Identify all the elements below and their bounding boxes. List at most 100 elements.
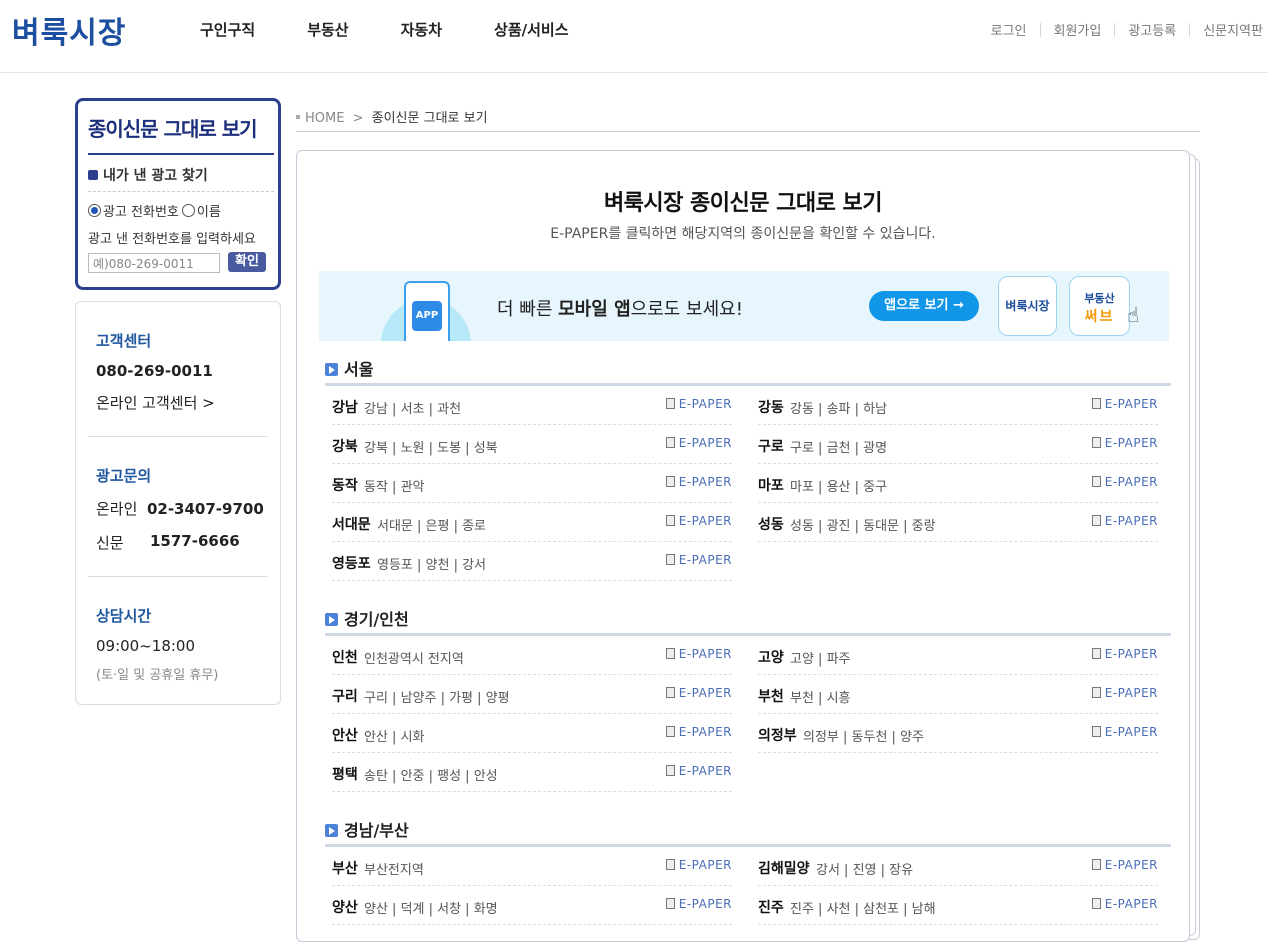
region-column-left: 강남 강남 | 서초 | 과천 E-PAPER 강북 강북 | 노원 | 도봉 | 성북… bbox=[332, 386, 732, 581]
banner-msg-pre: 더 빠른 bbox=[497, 299, 559, 320]
signup-link[interactable]: 회원가입 bbox=[1054, 20, 1102, 39]
epaper-label: E-PAPER bbox=[678, 725, 732, 739]
epaper-link[interactable]: E-PAPER bbox=[665, 647, 732, 661]
open-app-button[interactable]: 앱으로 보기 → bbox=[869, 291, 979, 321]
region-subareas: 진주 | 사천 | 삼천포 | 남해 bbox=[790, 902, 936, 917]
login-link[interactable]: 로그인 bbox=[991, 20, 1027, 39]
region-city: 인천 bbox=[332, 650, 358, 666]
region-name: 서울 bbox=[344, 360, 374, 379]
bullet-icon bbox=[296, 115, 300, 119]
page-icon bbox=[665, 554, 675, 565]
ad-inquiry-title: 광고문의 bbox=[96, 467, 152, 485]
util-nav: 로그인 회원가입 광고등록 신문지역판 bbox=[991, 20, 1263, 39]
radio-name[interactable] bbox=[181, 204, 195, 217]
region-subareas: 성동 | 광진 | 동대문 | 중랑 bbox=[790, 519, 936, 534]
ad-paper-row: 신문 1577-6666 bbox=[96, 532, 240, 553]
epaper-link[interactable]: E-PAPER bbox=[1091, 858, 1158, 872]
epaper-label: E-PAPER bbox=[1104, 475, 1158, 489]
epaper-link[interactable]: E-PAPER bbox=[665, 514, 732, 528]
regional-paper-link[interactable]: 신문지역판 bbox=[1203, 20, 1263, 39]
ad-online-phone: 02-3407-9700 bbox=[146, 500, 264, 518]
epaper-label: E-PAPER bbox=[1104, 686, 1158, 700]
epaper-link[interactable]: E-PAPER bbox=[665, 397, 732, 411]
region-row: 고양 고양 | 파주 E-PAPER bbox=[758, 636, 1158, 675]
region-city: 진주 bbox=[758, 900, 784, 916]
region-city: 강남 bbox=[332, 400, 358, 416]
region-heading: 서울 bbox=[325, 357, 1171, 383]
phone-input[interactable]: 예)080-269-0011 bbox=[88, 253, 220, 273]
app-banner[interactable]: APP 더 빠른 모바일 앱으로도 보세요! 앱으로 보기 → 벼룩시장 부동산… bbox=[319, 271, 1169, 341]
region-section: 서울 강남 강남 | 서초 | 과천 E-PAPER 강북 강북 | 노원 | 도봉 | … bbox=[325, 357, 1171, 581]
page-icon bbox=[1091, 515, 1101, 526]
play-arrow-icon bbox=[325, 613, 338, 626]
page-icon bbox=[665, 726, 675, 737]
epaper-link[interactable]: E-PAPER bbox=[665, 725, 732, 739]
region-row: 부산 부산전지역 E-PAPER bbox=[332, 847, 732, 886]
epaper-link[interactable]: E-PAPER bbox=[665, 553, 732, 567]
region-row: 구리 구리 | 남양주 | 가평 | 양평 E-PAPER bbox=[332, 675, 732, 714]
epaper-link[interactable]: E-PAPER bbox=[665, 858, 732, 872]
region-city: 강동 bbox=[758, 400, 784, 416]
epaper-link[interactable]: E-PAPER bbox=[1091, 686, 1158, 700]
page-icon bbox=[665, 898, 675, 909]
epaper-label: E-PAPER bbox=[1104, 647, 1158, 661]
ad-paper-label: 신문 bbox=[96, 534, 124, 552]
region-subareas: 부산전지역 bbox=[364, 863, 424, 878]
region-city: 강북 bbox=[332, 439, 358, 455]
page-icon bbox=[1091, 726, 1101, 737]
byeoruk-app-icon[interactable]: 벼룩시장 bbox=[998, 276, 1057, 336]
region-grid: 인천 인천광역시 전지역 E-PAPER 구리 구리 | 남양주 | 가평 | 양평 E-… bbox=[325, 636, 1171, 792]
epaper-link[interactable]: E-PAPER bbox=[1091, 647, 1158, 661]
epaper-link[interactable]: E-PAPER bbox=[665, 436, 732, 450]
epaper-link[interactable]: E-PAPER bbox=[1091, 475, 1158, 489]
region-section: 경기/인천 인천 인천광역시 전지역 E-PAPER 구리 구리 | 남양주 | 가평 |… bbox=[325, 607, 1171, 792]
nav-item-jobs[interactable]: 구인구직 bbox=[200, 19, 255, 40]
epaper-link[interactable]: E-PAPER bbox=[665, 897, 732, 911]
region-subareas: 구리 | 남양주 | 가평 | 양평 bbox=[364, 691, 510, 706]
epaper-link[interactable]: E-PAPER bbox=[1091, 436, 1158, 450]
region-subareas: 동작 | 관악 bbox=[364, 480, 425, 495]
region-city: 부천 bbox=[758, 689, 784, 705]
breadcrumb: HOME > 종이신문 그대로 보기 bbox=[296, 107, 1200, 132]
epaper-link[interactable]: E-PAPER bbox=[665, 686, 732, 700]
page-icon bbox=[1091, 476, 1101, 487]
epaper-link[interactable]: E-PAPER bbox=[1091, 725, 1158, 739]
region-subareas: 강서 | 진영 | 장유 bbox=[816, 863, 914, 878]
radio-phone[interactable] bbox=[88, 204, 101, 217]
breadcrumb-current: 종이신문 그대로 보기 bbox=[371, 111, 488, 126]
nav-item-cars[interactable]: 자동차 bbox=[401, 19, 442, 40]
page-icon bbox=[665, 648, 675, 659]
site-logo[interactable]: 벼룩시장 bbox=[12, 8, 126, 52]
nav-item-realestate[interactable]: 부동산 bbox=[307, 19, 348, 40]
epaper-label: E-PAPER bbox=[1104, 397, 1158, 411]
divider bbox=[1039, 22, 1041, 37]
epaper-link[interactable]: E-PAPER bbox=[1091, 514, 1158, 528]
region-subareas: 부천 | 시흥 bbox=[790, 691, 851, 706]
ad-register-link[interactable]: 광고등록 bbox=[1128, 20, 1176, 39]
epaper-label: E-PAPER bbox=[678, 514, 732, 528]
radio-phone-label[interactable]: 광고 전화번호 bbox=[103, 201, 179, 220]
nav-item-goods[interactable]: 상품/서비스 bbox=[494, 19, 568, 40]
site-header: 벼룩시장 구인구직 부동산 자동차 상품/서비스 로그인 회원가입 광고등록 신… bbox=[0, 0, 1268, 73]
find-ad-heading: 내가 낸 광고 찾기 bbox=[88, 165, 208, 185]
region-subareas: 의정부 | 동두천 | 양주 bbox=[803, 730, 924, 745]
region-subareas: 영등포 | 양천 | 강서 bbox=[377, 558, 487, 573]
epaper-link[interactable]: E-PAPER bbox=[1091, 397, 1158, 411]
epaper-link[interactable]: E-PAPER bbox=[1091, 897, 1158, 911]
region-city: 서대문 bbox=[332, 517, 371, 533]
region-city: 성동 bbox=[758, 517, 784, 533]
confirm-button[interactable]: 확인 bbox=[228, 252, 266, 272]
serve-app-icon[interactable]: 부동산 써브 bbox=[1069, 276, 1130, 336]
region-column-left: 인천 인천광역시 전지역 E-PAPER 구리 구리 | 남양주 | 가평 | 양평 E-… bbox=[332, 636, 732, 792]
epaper-label: E-PAPER bbox=[678, 764, 732, 778]
serve-app-top: 부동산 bbox=[1084, 292, 1115, 305]
epaper-link[interactable]: E-PAPER bbox=[665, 764, 732, 778]
region-city: 평택 bbox=[332, 767, 358, 783]
ad-online-label: 온라인 bbox=[96, 500, 138, 518]
breadcrumb-home[interactable]: HOME bbox=[305, 111, 344, 126]
cs-online-link[interactable]: 온라인 고객센터 > bbox=[96, 392, 215, 413]
radio-name-label[interactable]: 이름 bbox=[197, 201, 221, 220]
region-row: 강동 강동 | 송파 | 하남 E-PAPER bbox=[758, 386, 1158, 425]
epaper-label: E-PAPER bbox=[678, 475, 732, 489]
epaper-link[interactable]: E-PAPER bbox=[665, 475, 732, 489]
